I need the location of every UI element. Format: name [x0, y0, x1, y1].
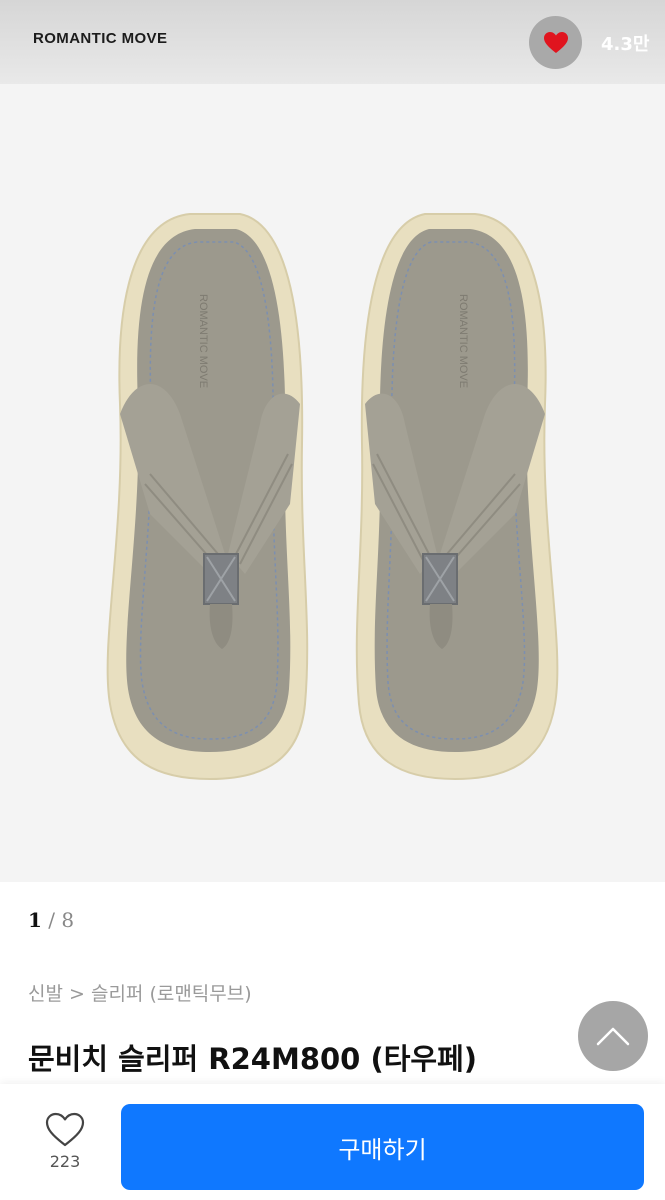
pager-separator: / [41, 908, 62, 932]
like-count: 4.3만 [601, 34, 650, 55]
right-insole-print: ROMANTIC MOVE [457, 294, 469, 388]
bottom-action-bar: 223 구매하기 [0, 1084, 665, 1200]
wish-button[interactable]: 223 [30, 1112, 100, 1182]
scroll-top-button[interactable] [578, 1001, 648, 1071]
product-image[interactable]: ROMANTIC MOVE ROMANTIC MOVE [0, 84, 665, 882]
chevron-up-icon [596, 1027, 630, 1046]
left-sandal: ROMANTIC MOVE [106, 213, 309, 781]
product-title: 문비치 슬리퍼 R24M800 (타우페) [28, 1042, 477, 1076]
brand-name[interactable]: ROMANTIC MOVE [33, 30, 167, 47]
wish-count: 223 [49, 1152, 81, 1171]
right-sandal: ROMANTIC MOVE [355, 213, 559, 781]
heart-outline-icon [45, 1112, 85, 1147]
pager-current: 1 [28, 908, 42, 932]
heart-filled-icon [543, 31, 568, 53]
buy-button[interactable]: 구매하기 [121, 1104, 644, 1190]
breadcrumb[interactable]: 신발 > 슬리퍼 (로맨틱무브) [28, 979, 252, 1006]
like-button[interactable] [529, 16, 582, 69]
sandal-illustration: ROMANTIC MOVE ROMANTIC MOVE [106, 213, 559, 781]
image-pager: 1 / 8 [28, 908, 74, 932]
pager-total: 8 [61, 908, 75, 932]
top-header: ROMANTIC MOVE 4.3만 [0, 0, 665, 84]
left-insole-print: ROMANTIC MOVE [197, 294, 209, 388]
